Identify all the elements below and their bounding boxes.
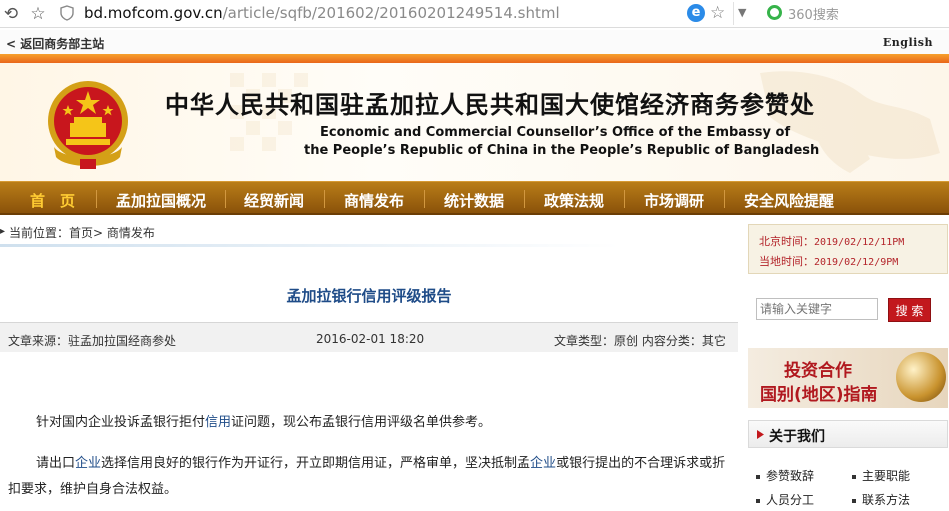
breadcrumb-text[interactable]: 当前位置：首页> 商情发布	[9, 224, 155, 241]
favorite-star-icon[interactable]: ☆	[710, 3, 725, 23]
local-time-row: 当地时间：2019/02/12/9PM	[759, 253, 898, 269]
bullet-icon	[852, 498, 856, 503]
promo-line-1: 投资合作	[784, 361, 852, 381]
nav-divider	[724, 190, 725, 208]
top-links-bar: < 返回商务部主站 English	[0, 30, 949, 54]
local-time-value: 2019/02/12/9PM	[814, 257, 899, 268]
shield-icon	[60, 5, 74, 21]
link-staff-division[interactable]: 人员分工	[756, 491, 814, 508]
article-paragraph-2: 请出口企业选择信用良好的银行作为开证行，开立即期信用证，严格审单，坚决抵制孟企业…	[8, 451, 733, 503]
nav-home[interactable]: 首 页	[30, 190, 75, 211]
browser-search-placeholder: 360搜索	[788, 8, 839, 23]
breadcrumb-arrow-icon: ▸	[0, 226, 6, 237]
browser-toolbar: ⟲ ☆ bd.mofcom.gov.cn/article/sqfb/201602…	[0, 0, 949, 28]
link-contact[interactable]: 联系方法	[852, 491, 910, 508]
para1-text: 针对国内企业投诉孟银行拒付	[36, 415, 206, 430]
para2-text-mid: 选择信用良好的银行作为开证行，开立即期信用证，严格审单，坚决抵制孟	[101, 456, 531, 471]
globe-icon	[896, 352, 946, 402]
link-enterprise[interactable]: 企业	[75, 456, 101, 471]
back-icon[interactable]: ⟲	[0, 3, 22, 25]
about-link-label: 人员分工	[766, 493, 815, 507]
about-link-label: 主要职能	[862, 469, 911, 483]
nav-security-alerts[interactable]: 安全风险提醒	[744, 190, 834, 211]
link-enterprise-2[interactable]: 企业	[530, 456, 556, 471]
about-us-title: 关于我们	[769, 429, 825, 445]
link-main-functions[interactable]: 主要职能	[852, 467, 910, 484]
banner-pattern	[230, 71, 940, 173]
bullet-icon	[852, 474, 856, 479]
nav-policies[interactable]: 政策法规	[544, 190, 604, 211]
local-time-label: 当地时间：	[759, 255, 814, 268]
chevron-down-icon[interactable]: ▼	[738, 6, 746, 19]
search-360-icon	[767, 5, 782, 20]
nav-business-info[interactable]: 商情发布	[344, 190, 404, 211]
nav-divider	[96, 190, 97, 208]
investment-guide-banner[interactable]: 投资合作 国别(地区)指南	[748, 348, 948, 408]
article-source: 文章来源：驻孟加拉国经商参处	[8, 334, 177, 348]
nav-statistics[interactable]: 统计数据	[444, 190, 504, 211]
beijing-time-label: 北京时间：	[759, 235, 814, 248]
address-bar[interactable]: bd.mofcom.gov.cn/article/sqfb/201602/201…	[52, 2, 734, 25]
ie-compat-icon[interactable]: e	[687, 4, 705, 22]
breadcrumb-underline	[0, 244, 620, 247]
site-title-english-line2: the People’s Republic of China in the Pe…	[304, 143, 820, 158]
nav-trade-news[interactable]: 经贸新闻	[244, 190, 304, 211]
triangle-bullet-icon	[757, 430, 764, 439]
url-domain: bd.mofcom.gov.cn	[84, 4, 223, 22]
bookmark-star-icon[interactable]: ☆	[27, 3, 49, 25]
about-link-label: 参赞致辞	[766, 469, 815, 483]
nav-divider	[225, 190, 226, 208]
back-to-main-site-link[interactable]: < 返回商务部主站	[6, 35, 104, 52]
nav-divider	[524, 190, 525, 208]
nav-divider	[624, 190, 625, 208]
english-link[interactable]: English	[883, 36, 933, 49]
breadcrumb: ▸ 当前位置：首页> 商情发布	[0, 220, 738, 242]
url-path: /article/sqfb/201602/20160201249514.shtm…	[222, 4, 560, 22]
about-link-label: 联系方法	[862, 493, 911, 507]
nav-divider	[424, 190, 425, 208]
site-banner: 中华人民共和国驻孟加拉人民共和国大使馆经济商务参赞处 Economic and …	[0, 63, 949, 181]
beijing-time-value: 2019/02/12/11PM	[814, 237, 905, 248]
site-title-chinese: 中华人民共和国驻孟加拉人民共和国大使馆经济商务参赞处	[165, 91, 815, 119]
article-datetime: 2016-02-01 18:20	[316, 332, 425, 346]
site-title-english-line1: Economic and Commercial Counsellor’s Off…	[320, 125, 791, 140]
nav-market-research[interactable]: 市场调研	[644, 190, 704, 211]
beijing-time-row: 北京时间：2019/02/12/11PM	[759, 233, 904, 249]
article-title: 孟加拉银行信用评级报告	[286, 287, 452, 305]
nav-country-overview[interactable]: 孟加拉国概况	[116, 190, 206, 211]
link-credit[interactable]: 信用	[205, 415, 231, 430]
nav-divider	[324, 190, 325, 208]
time-panel: 北京时间：2019/02/12/11PM 当地时间：2019/02/12/9PM	[748, 224, 948, 274]
back-to-main-site-label: 返回商务部主站	[20, 37, 105, 51]
article-meta-bar: 文章来源：驻孟加拉国经商参处 2016-02-01 18:20 文章类型：原创 …	[0, 322, 738, 352]
para1-text-end: 证问题，现公布孟银行信用评级名单供参考。	[231, 415, 492, 430]
browser-search-box[interactable]: 360搜索	[760, 2, 949, 25]
search-button[interactable]: 搜 索	[888, 298, 931, 322]
main-nav: 首 页 孟加拉国概况 经贸新闻 商情发布 统计数据 政策法规 市场调研 安全风险…	[0, 181, 949, 215]
url-text[interactable]: bd.mofcom.gov.cn/article/sqfb/201602/201…	[84, 3, 560, 23]
bullet-icon	[756, 498, 760, 503]
link-counsellor-speech[interactable]: 参赞致辞	[756, 467, 814, 484]
bullet-icon	[756, 474, 760, 479]
orange-divider	[0, 54, 949, 63]
keyword-search-input[interactable]	[756, 298, 878, 320]
promo-line-2: 国别(地区)指南	[760, 385, 878, 405]
para2-text: 请出口	[36, 456, 76, 471]
national-emblem-icon	[48, 81, 128, 169]
about-us-header: 关于我们	[748, 420, 948, 448]
article-paragraph-1: 针对国内企业投诉孟银行拒付信用证问题，现公布孟银行信用评级名单供参考。	[8, 410, 733, 436]
article-category: 文章类型：原创 内容分类：其它	[554, 334, 726, 348]
